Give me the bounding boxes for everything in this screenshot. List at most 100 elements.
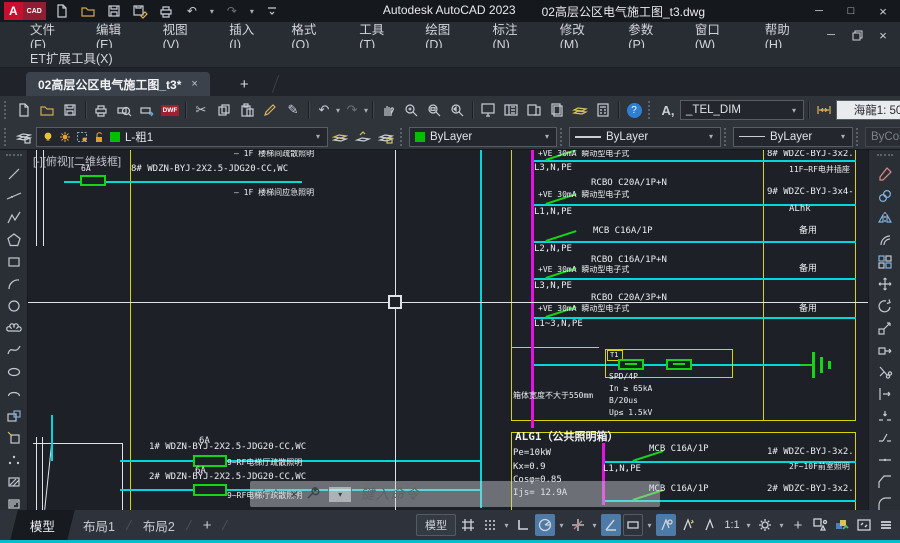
doc-minimize-button[interactable]: ─ (818, 27, 844, 43)
toolbar-grip[interactable] (6, 154, 22, 159)
save-as-icon[interactable] (130, 2, 150, 20)
erase-icon[interactable] (875, 164, 895, 183)
toolbar-grip[interactable] (4, 101, 8, 119)
tab-layout2[interactable]: 布局2 (131, 516, 187, 535)
cut-icon[interactable]: ✂ (190, 99, 212, 121)
customization-plus-icon[interactable]: + (788, 514, 808, 536)
doc-restore-button[interactable] (844, 27, 870, 43)
help-icon[interactable]: ? (623, 99, 645, 121)
scale-caret-icon[interactable]: ▾ (744, 521, 753, 530)
minimize-button[interactable]: ─ (806, 2, 832, 20)
isolate-objects-icon[interactable] (810, 514, 830, 536)
layer-previous-icon[interactable] (352, 126, 374, 148)
toolbar-grip[interactable] (4, 128, 8, 146)
annotation-scale-icon[interactable] (700, 514, 720, 536)
plot-icon[interactable] (90, 99, 112, 121)
save-icon[interactable] (104, 2, 124, 20)
command-grip-icon[interactable]: ⋮⋮ (258, 487, 282, 501)
doc-close-button[interactable]: × (870, 27, 896, 43)
properties-palette-icon[interactable] (477, 99, 499, 121)
chamfer-icon[interactable] (875, 472, 895, 491)
tab-layout1[interactable]: 布局1 (71, 516, 127, 535)
pan-icon[interactable] (377, 99, 399, 121)
viewport-controls[interactable]: [-][俯视][二维线框] (33, 157, 121, 168)
polygon-icon[interactable] (4, 230, 24, 249)
tab-model[interactable]: 模型 (10, 510, 74, 540)
copy-object-icon[interactable] (875, 186, 895, 205)
command-input[interactable]: 键入命令 (360, 484, 420, 504)
menu-view[interactable]: 视图(V) (149, 19, 216, 52)
annotation-visibility-icon[interactable] (656, 514, 676, 536)
menu-modify[interactable]: 修改(M) (546, 19, 615, 52)
zoom-window-icon[interactable] (423, 99, 445, 121)
undo-caret-icon[interactable]: ▾ (336, 106, 340, 115)
circle-icon[interactable] (4, 296, 24, 315)
tab-close-icon[interactable]: × (191, 78, 197, 90)
point-icon[interactable] (4, 450, 24, 469)
polyline-icon[interactable] (4, 208, 24, 227)
toolbar-grip[interactable] (724, 128, 728, 146)
menu-dimension[interactable]: 标注(N) (478, 19, 545, 52)
polar-tracking-toggle-icon[interactable] (535, 514, 555, 536)
toolbar-grip[interactable] (400, 128, 404, 146)
workspace-caret-icon[interactable]: ▾ (777, 521, 786, 530)
workspace-gear-icon[interactable] (755, 514, 775, 536)
undo-icon[interactable]: ↶ (182, 2, 202, 20)
snap-caret-icon[interactable]: ▾ (502, 521, 511, 530)
block-editor-icon[interactable]: ✎ (282, 99, 304, 121)
sheet-set-manager-icon[interactable] (546, 99, 568, 121)
dynamic-input-toggle-icon[interactable] (623, 514, 643, 536)
menu-help[interactable]: 帮助(H) (751, 19, 818, 52)
line-icon[interactable] (4, 164, 24, 183)
mirror-icon[interactable] (875, 208, 895, 227)
dwf-icon[interactable]: DWF (159, 99, 181, 121)
otrack-caret-icon[interactable]: ▾ (590, 521, 599, 530)
graphics-performance-icon[interactable] (832, 514, 852, 536)
hatch-icon[interactable] (4, 472, 24, 491)
plot-icon[interactable] (156, 2, 176, 20)
layer-select[interactable]: L-粗1 ▾ (36, 127, 328, 147)
menu-file[interactable]: 文件(F) (16, 19, 82, 52)
qnew-icon[interactable] (52, 2, 72, 20)
publish-icon[interactable] (136, 99, 158, 121)
document-tab[interactable]: 02高层公区电气施工图_t3* × (26, 72, 210, 96)
gradient-icon[interactable] (4, 494, 24, 510)
revision-cloud-icon[interactable] (4, 318, 24, 337)
menu-et-tools[interactable]: ET扩展工具(X) (16, 48, 127, 67)
lineweight-select[interactable]: ByLayer ▾ (733, 127, 853, 147)
layer-properties-icon[interactable] (13, 126, 35, 148)
object-color-select[interactable]: ByLayer ▾ (409, 127, 557, 147)
text-style-select[interactable]: _TEL_DIM ▾ (680, 100, 804, 120)
scale-icon[interactable] (875, 318, 895, 337)
grid-toggle-icon[interactable] (458, 514, 478, 536)
qnew-icon[interactable] (13, 99, 35, 121)
zoom-previous-icon[interactable] (446, 99, 468, 121)
fillet-icon[interactable] (875, 494, 895, 510)
join-icon[interactable] (875, 450, 895, 469)
ortho-toggle-icon[interactable] (513, 514, 533, 536)
toolbar-grip[interactable] (648, 101, 652, 119)
dyn-caret-icon[interactable]: ▾ (645, 521, 654, 530)
command-customize-icon[interactable] (306, 486, 320, 503)
tool-palettes-icon[interactable] (523, 99, 545, 121)
model-paper-toggle[interactable]: 模型 (416, 514, 456, 536)
stretch-icon[interactable] (875, 340, 895, 359)
new-tab-button[interactable]: + (232, 72, 257, 96)
menu-format[interactable]: 格式(O) (277, 19, 345, 52)
menu-edit[interactable]: 编辑(E) (82, 19, 149, 52)
move-icon[interactable] (875, 274, 895, 293)
text-style-icon[interactable]: A, (657, 99, 679, 121)
construction-line-icon[interactable] (4, 186, 24, 205)
scale-value[interactable]: 1:1 (722, 514, 742, 536)
toolbar-grip[interactable] (877, 154, 893, 159)
arc-icon[interactable] (4, 274, 24, 293)
menu-window[interactable]: 窗口(W) (681, 19, 751, 52)
undo-caret-icon[interactable]: ▾ (208, 7, 216, 16)
command-close-icon[interactable]: × (290, 486, 298, 502)
new-layout-button[interactable]: + (191, 517, 224, 534)
redo-icon[interactable]: ↷ (341, 99, 363, 121)
open-icon[interactable] (78, 2, 98, 20)
open-icon[interactable] (36, 99, 58, 121)
menu-parametric[interactable]: 参数(P) (614, 19, 681, 52)
object-snap-tracking-toggle-icon[interactable] (568, 514, 588, 536)
